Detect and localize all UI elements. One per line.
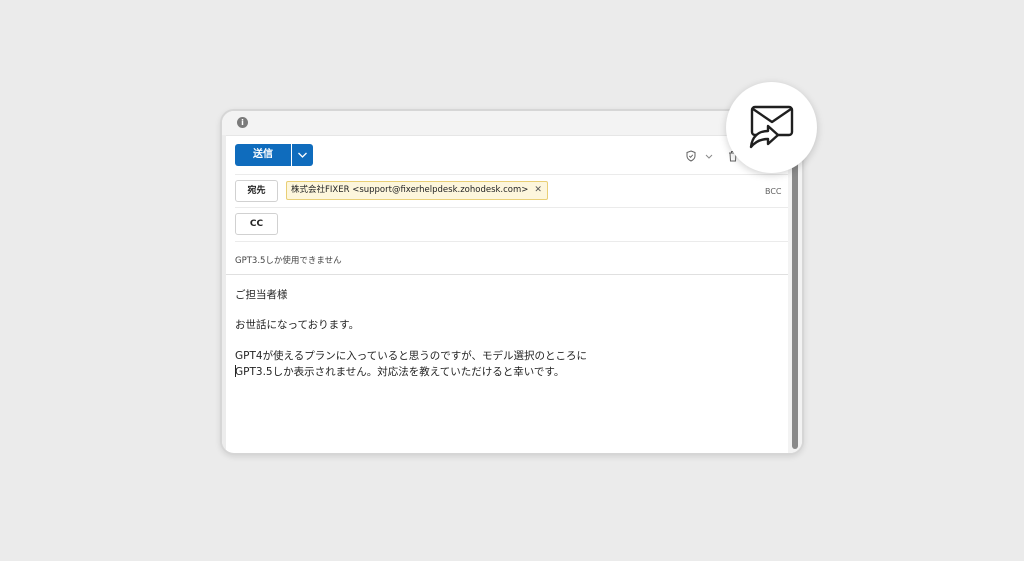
send-button[interactable]: 送信 bbox=[235, 144, 291, 166]
body-line[interactable]: GPT4が使えるプランに入っていると思うのですが、モデル選択のところに bbox=[235, 348, 587, 363]
scrollbar-thumb[interactable] bbox=[792, 159, 798, 449]
text-caret bbox=[235, 365, 236, 377]
body-line[interactable]: ご担当者様 bbox=[235, 287, 288, 302]
info-icon[interactable]: i bbox=[237, 117, 248, 128]
recipient-chip[interactable]: 株式会社FIXER <support@fixerhelpdesk.zohodes… bbox=[286, 181, 548, 200]
compose-window: i 送信 宛先 株式会社FIXER <support@fixerhelpdesk… bbox=[220, 109, 804, 455]
cc-button[interactable]: CC bbox=[235, 213, 278, 235]
window-left-edge bbox=[222, 135, 226, 453]
mail-forward-badge bbox=[726, 82, 817, 173]
send-options-dropdown[interactable] bbox=[292, 144, 313, 166]
divider bbox=[226, 274, 788, 275]
divider bbox=[235, 174, 788, 175]
subject-field[interactable]: GPT3.5しか使用できません bbox=[235, 254, 342, 266]
divider bbox=[235, 241, 788, 242]
title-bar: i bbox=[222, 111, 802, 136]
to-button[interactable]: 宛先 bbox=[235, 180, 278, 202]
chevron-down-icon bbox=[298, 152, 307, 158]
body-line[interactable]: お世話になっております。 bbox=[235, 317, 359, 332]
mail-forward-icon bbox=[749, 105, 794, 149]
remove-recipient-icon[interactable]: ✕ bbox=[534, 185, 542, 195]
recipient-chip-text: 株式会社FIXER <support@fixerhelpdesk.zohodes… bbox=[291, 185, 529, 195]
bcc-button[interactable]: BCC bbox=[765, 187, 782, 196]
body-line[interactable]: GPT3.5しか表示されません。対応法を教えていただけると幸いです。 bbox=[235, 364, 564, 379]
sensitivity-dropdown-chevron-icon[interactable] bbox=[704, 151, 714, 161]
divider bbox=[235, 207, 788, 208]
shield-icon[interactable] bbox=[685, 150, 697, 162]
